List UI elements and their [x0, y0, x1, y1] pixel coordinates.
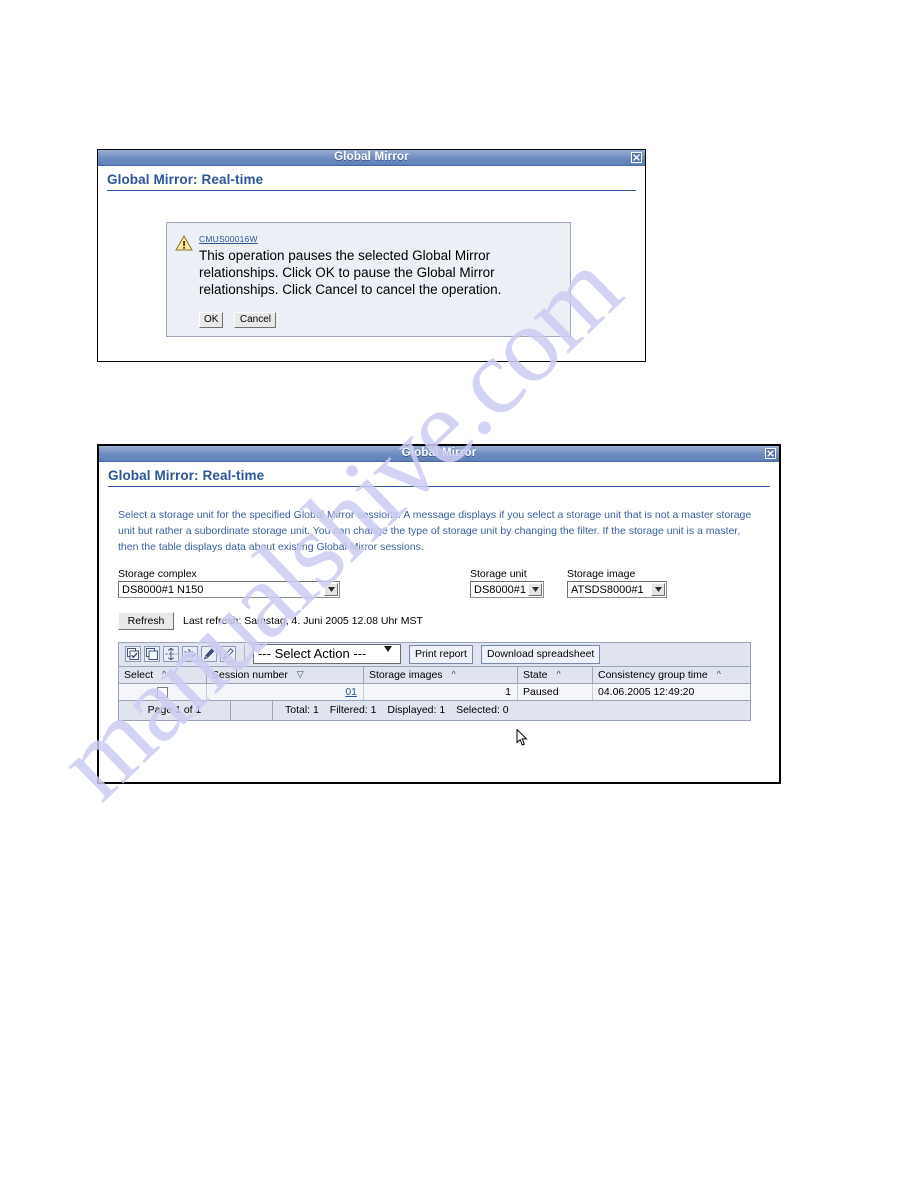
- confirmation-message-body: CMUS00016W This operation pauses the sel…: [197, 229, 562, 328]
- storage-image-field: Storage image ATSDS8000#1: [567, 568, 667, 598]
- record-counts: Total: 1 Filtered: 1 Displayed: 1 Select…: [273, 701, 517, 719]
- row-consistency-group-time-cell: 04.06.2005 12:49:20: [592, 683, 750, 701]
- column-header-state[interactable]: State ^: [517, 666, 593, 684]
- chevron-down-icon: [384, 646, 399, 662]
- column-label: Session number: [212, 668, 288, 681]
- select-all-icon[interactable]: [125, 646, 141, 663]
- global-mirror-confirm-window: Global Mirror Global Mirror: Real-time C…: [97, 149, 646, 362]
- page-title: Global Mirror: Real-time: [107, 172, 264, 187]
- column-label: Consistency group time: [598, 668, 708, 681]
- clear-filter-icon[interactable]: [220, 646, 236, 663]
- sort-ascending-icon: ^: [716, 668, 721, 679]
- sessions-table: Select ^ Session number ▽ Storage images…: [119, 666, 750, 701]
- storage-unit-field: Storage unit DS8000#1: [470, 568, 544, 598]
- storage-complex-value: DS8000#1 N150: [122, 583, 204, 596]
- storage-unit-value: DS8000#1: [474, 583, 526, 596]
- refresh-button[interactable]: Refresh: [118, 611, 174, 630]
- column-label: State: [523, 668, 548, 681]
- page-indicator: Page 1 of 1: [119, 700, 231, 720]
- storage-image-label: Storage image: [567, 567, 636, 580]
- column-label: Select: [124, 668, 154, 681]
- chevron-down-icon: [528, 582, 542, 596]
- column-header-select[interactable]: Select ^: [119, 666, 207, 684]
- row-session-number-cell: 01: [206, 683, 364, 701]
- confirm-window-title: Global Mirror: [334, 150, 409, 163]
- storage-image-value: ATSDS8000#1: [571, 583, 644, 596]
- row-select-checkbox[interactable]: [156, 686, 168, 698]
- heading-divider: [107, 190, 636, 191]
- cancel-button[interactable]: Cancel: [234, 311, 277, 328]
- storage-complex-label: Storage complex: [118, 567, 197, 580]
- main-window-title: Global Mirror: [401, 446, 477, 459]
- storage-complex-select[interactable]: DS8000#1 N150: [118, 580, 340, 598]
- ok-button[interactable]: OK: [199, 311, 224, 328]
- sort-ascending-icon: ^: [556, 668, 561, 679]
- page-title: Global Mirror: Real-time: [108, 468, 265, 483]
- displayed-count: Displayed: 1: [387, 704, 446, 717]
- download-spreadsheet-button[interactable]: Download spreadsheet: [480, 644, 601, 664]
- storage-image-select[interactable]: ATSDS8000#1: [567, 580, 667, 598]
- column-header-consistency-group-time[interactable]: Consistency group time ^: [592, 666, 750, 684]
- row-state-cell: Paused: [517, 683, 593, 701]
- select-action-value: --- Select Action ---: [258, 646, 367, 662]
- chevron-down-icon: [651, 582, 665, 596]
- sort-ascending-icon: ^: [451, 668, 456, 679]
- chevron-down-icon: [324, 582, 338, 596]
- storage-complex-field: Storage complex DS8000#1 N150: [118, 568, 340, 598]
- sort-descending-icon: ▽: [296, 668, 304, 679]
- sort-ascending-icon: ^: [162, 668, 167, 679]
- filter-row: Storage complex DS8000#1 N150 Storage un…: [99, 556, 779, 598]
- status-bar-spacer: [231, 700, 273, 720]
- deselect-all-icon[interactable]: [144, 646, 160, 663]
- warning-triangle-icon: [175, 229, 197, 328]
- expand-rows-icon[interactable]: [163, 646, 179, 663]
- sessions-table-widget: --- Select Action --- Print report Downl…: [118, 641, 751, 721]
- column-label: Storage images: [369, 668, 443, 681]
- main-window-titlebar: Global Mirror: [99, 446, 779, 462]
- storage-unit-label: Storage unit: [470, 567, 527, 580]
- edit-filter-icon[interactable]: [201, 646, 217, 663]
- global-mirror-main-window: Global Mirror Global Mirror: Real-time S…: [97, 444, 781, 784]
- print-report-button[interactable]: Print report: [409, 644, 473, 664]
- close-icon[interactable]: [765, 448, 776, 459]
- collapse-rows-icon[interactable]: [182, 646, 198, 663]
- column-header-session-number[interactable]: Session number ▽: [206, 666, 364, 684]
- selected-count: Selected: 0: [456, 704, 509, 717]
- close-icon[interactable]: [631, 152, 642, 163]
- table-header-row: Select ^ Session number ▽ Storage images…: [119, 666, 750, 684]
- confirmation-message-text: This operation pauses the selected Globa…: [199, 248, 502, 297]
- table-row: 01 1 Paused 04.06.2005 12:49:20: [119, 683, 750, 701]
- column-header-storage-images[interactable]: Storage images ^: [363, 666, 518, 684]
- last-refresh-text: Last refresh: Samstag, 4. Juni 2005 12.0…: [183, 614, 423, 627]
- panel-description: Select a storage unit for the specified …: [118, 509, 752, 553]
- message-id-link[interactable]: CMUS00016W: [199, 234, 258, 244]
- storage-unit-select[interactable]: DS8000#1: [470, 580, 544, 598]
- row-storage-images-cell: 1: [363, 683, 518, 701]
- filtered-count: Filtered: 1: [329, 704, 377, 717]
- table-toolbar: --- Select Action --- Print report Downl…: [119, 642, 750, 667]
- row-select-cell: [119, 683, 207, 701]
- confirm-window-titlebar: Global Mirror: [98, 150, 645, 166]
- total-count: Total: 1: [285, 704, 319, 717]
- refresh-row: Refresh Last refresh: Samstag, 4. Juni 2…: [99, 598, 779, 630]
- confirmation-message-box: CMUS00016W This operation pauses the sel…: [166, 222, 571, 337]
- session-number-link[interactable]: 01: [345, 686, 357, 698]
- table-status-bar: Page 1 of 1 Total: 1 Filtered: 1 Display…: [119, 700, 750, 720]
- toolbar-divider: [244, 645, 245, 664]
- confirmation-button-row: OK Cancel: [199, 311, 562, 328]
- select-action-dropdown[interactable]: --- Select Action ---: [253, 644, 401, 665]
